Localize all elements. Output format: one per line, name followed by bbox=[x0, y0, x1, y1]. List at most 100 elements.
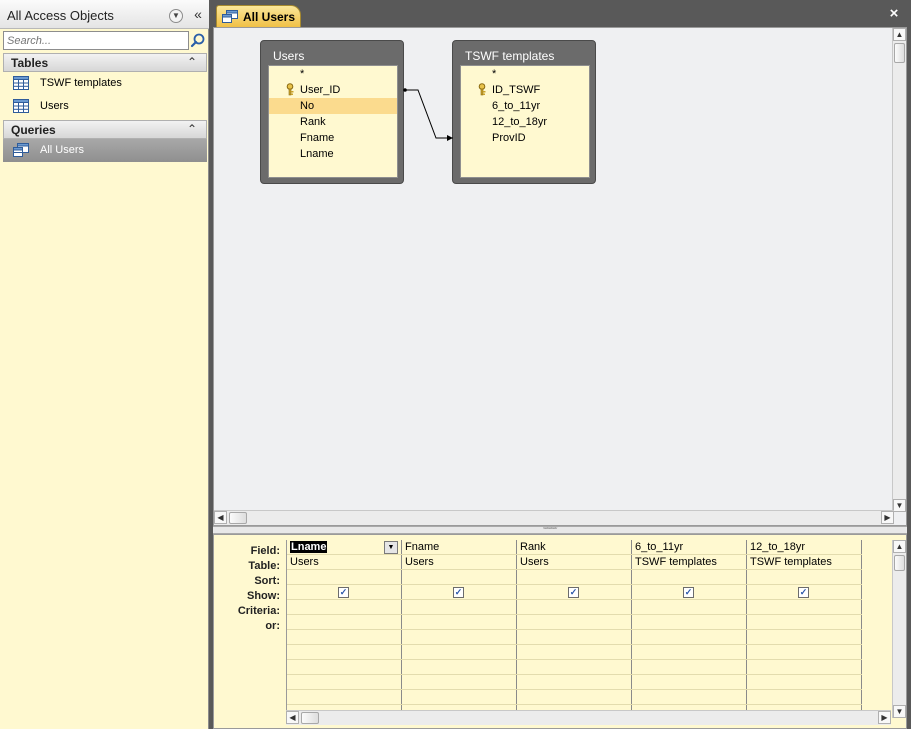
scroll-up-icon[interactable]: ▲ bbox=[893, 540, 906, 553]
show-cell[interactable]: ✓ bbox=[402, 585, 517, 600]
scroll-right-icon[interactable]: ▶ bbox=[881, 511, 894, 524]
or-cell[interactable] bbox=[517, 645, 632, 660]
grid-column[interactable]: Fname Users ✓ bbox=[402, 540, 517, 710]
nav-pane-title[interactable]: All Access Objects bbox=[7, 8, 114, 23]
table-cell[interactable]: Users bbox=[517, 555, 632, 570]
search-icon[interactable] bbox=[190, 31, 206, 50]
scroll-down-icon[interactable]: ▼ bbox=[893, 499, 906, 512]
criteria-cell[interactable] bbox=[632, 600, 747, 615]
chevron-down-icon[interactable]: ▼ bbox=[384, 541, 398, 554]
field-cell[interactable]: Fname bbox=[402, 540, 517, 555]
table-cell[interactable]: TSWF templates bbox=[632, 555, 747, 570]
scroll-left-icon[interactable]: ◀ bbox=[214, 511, 227, 524]
collapse-pane-icon[interactable]: « bbox=[191, 6, 205, 22]
or-cell[interactable] bbox=[747, 630, 862, 645]
sort-cell[interactable] bbox=[747, 570, 862, 585]
criteria-cell[interactable] bbox=[747, 600, 862, 615]
or-cell[interactable] bbox=[402, 630, 517, 645]
sort-cell[interactable] bbox=[632, 570, 747, 585]
show-checkbox[interactable]: ✓ bbox=[453, 587, 464, 598]
scroll-thumb[interactable] bbox=[894, 43, 905, 63]
table-cell[interactable]: TSWF templates bbox=[747, 555, 862, 570]
or-cell[interactable] bbox=[747, 615, 862, 630]
or-cell[interactable] bbox=[287, 645, 402, 660]
or-cell[interactable] bbox=[402, 660, 517, 675]
scroll-left-icon[interactable]: ◀ bbox=[286, 711, 299, 724]
query-design-grid[interactable]: Field: Table: Sort: Show: Criteria: or: … bbox=[213, 534, 907, 729]
or-cell[interactable] bbox=[747, 660, 862, 675]
or-cell[interactable] bbox=[287, 615, 402, 630]
query-design-pane[interactable]: Users * User_ID No Rank Fname Lname TSWF… bbox=[213, 27, 907, 526]
scroll-thumb[interactable] bbox=[894, 555, 905, 571]
or-cell[interactable] bbox=[517, 675, 632, 690]
or-cell[interactable] bbox=[402, 690, 517, 705]
or-cell[interactable] bbox=[517, 690, 632, 705]
or-cell[interactable] bbox=[517, 630, 632, 645]
field-cell[interactable]: Lname ▼ bbox=[287, 540, 402, 555]
show-checkbox[interactable]: ✓ bbox=[683, 587, 694, 598]
or-cell[interactable] bbox=[632, 675, 747, 690]
sort-cell[interactable] bbox=[402, 570, 517, 585]
or-cell[interactable] bbox=[287, 675, 402, 690]
grid-column[interactable]: Rank Users ✓ bbox=[517, 540, 632, 710]
chevron-up-icon[interactable]: ⌃ bbox=[187, 55, 197, 69]
scroll-thumb[interactable] bbox=[301, 712, 319, 724]
sort-cell[interactable] bbox=[287, 570, 402, 585]
chevron-down-icon[interactable]: ▼ bbox=[169, 9, 183, 23]
or-cell[interactable] bbox=[747, 675, 862, 690]
horizontal-scrollbar[interactable]: ◀ ▶ bbox=[214, 510, 894, 525]
join-line[interactable] bbox=[214, 28, 907, 526]
or-cell[interactable] bbox=[402, 675, 517, 690]
or-cell[interactable] bbox=[632, 660, 747, 675]
or-cell[interactable] bbox=[402, 645, 517, 660]
sort-cell[interactable] bbox=[517, 570, 632, 585]
tab-all-users[interactable]: All Users bbox=[216, 5, 301, 27]
nav-item-tswf-templates[interactable]: TSWF templates bbox=[3, 72, 207, 95]
table-cell[interactable]: Users bbox=[287, 555, 402, 570]
show-cell[interactable]: ✓ bbox=[632, 585, 747, 600]
nav-item-users[interactable]: Users bbox=[3, 95, 207, 118]
scroll-up-icon[interactable]: ▲ bbox=[893, 28, 906, 41]
show-checkbox[interactable]: ✓ bbox=[338, 587, 349, 598]
table-cell[interactable]: Users bbox=[402, 555, 517, 570]
criteria-cell[interactable] bbox=[517, 600, 632, 615]
show-cell[interactable]: ✓ bbox=[517, 585, 632, 600]
nav-pane-header[interactable]: All Access Objects ▼ « bbox=[0, 0, 209, 29]
pane-splitter[interactable]: ˇˇˇˇˇˇˇˇˇˇ bbox=[213, 526, 907, 535]
search-input[interactable] bbox=[3, 31, 189, 50]
or-cell[interactable] bbox=[632, 615, 747, 630]
or-cell[interactable] bbox=[287, 660, 402, 675]
or-cell[interactable] bbox=[747, 645, 862, 660]
grid-column[interactable]: 12_to_18yr TSWF templates ✓ bbox=[747, 540, 862, 710]
criteria-cell[interactable] bbox=[402, 600, 517, 615]
scroll-down-icon[interactable]: ▼ bbox=[893, 705, 906, 718]
scroll-right-icon[interactable]: ▶ bbox=[878, 711, 891, 724]
close-icon[interactable]: × bbox=[887, 6, 901, 21]
field-cell[interactable]: Rank bbox=[517, 540, 632, 555]
grid-column[interactable]: Lname ▼ Users ✓ bbox=[287, 540, 402, 710]
or-cell[interactable] bbox=[632, 630, 747, 645]
field-cell[interactable]: 12_to_18yr bbox=[747, 540, 862, 555]
or-cell[interactable] bbox=[632, 690, 747, 705]
or-cell[interactable] bbox=[632, 645, 747, 660]
group-header-tables[interactable]: Tables ⌃ bbox=[3, 53, 207, 72]
group-header-queries[interactable]: Queries ⌃ bbox=[3, 120, 207, 139]
or-cell[interactable] bbox=[287, 630, 402, 645]
field-cell[interactable]: 6_to_11yr bbox=[632, 540, 747, 555]
show-checkbox[interactable]: ✓ bbox=[798, 587, 809, 598]
criteria-cell[interactable] bbox=[287, 600, 402, 615]
or-cell[interactable] bbox=[747, 690, 862, 705]
grid-column[interactable]: 6_to_11yr TSWF templates ✓ bbox=[632, 540, 747, 710]
or-cell[interactable] bbox=[517, 615, 632, 630]
show-cell[interactable]: ✓ bbox=[747, 585, 862, 600]
grid-horizontal-scrollbar[interactable]: ◀ ▶ bbox=[286, 710, 891, 725]
show-cell[interactable]: ✓ bbox=[287, 585, 402, 600]
show-checkbox[interactable]: ✓ bbox=[568, 587, 579, 598]
or-cell[interactable] bbox=[287, 690, 402, 705]
grid-vertical-scrollbar[interactable]: ▲ ▼ bbox=[892, 540, 906, 718]
or-cell[interactable] bbox=[402, 615, 517, 630]
scroll-thumb[interactable] bbox=[229, 512, 247, 524]
or-cell[interactable] bbox=[517, 660, 632, 675]
vertical-scrollbar[interactable]: ▲ ▼ bbox=[892, 28, 906, 512]
chevron-up-icon[interactable]: ⌃ bbox=[187, 122, 197, 136]
